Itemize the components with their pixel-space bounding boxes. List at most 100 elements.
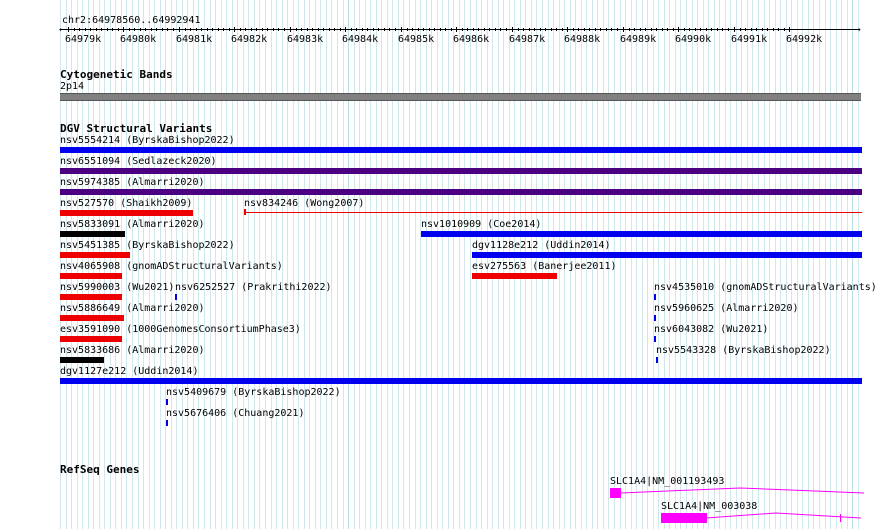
dgv-feature-bar [60,189,862,195]
grid-line [791,0,792,529]
grid-line [808,0,809,529]
grid-line [780,0,781,529]
ruler-minor-tick [445,28,446,31]
ruler-minor-tick [611,28,612,31]
grid-line [370,0,371,529]
ruler-tick-label: 64988k [564,34,601,45]
grid-line [752,0,753,529]
ruler-minor-tick [190,28,191,31]
ruler-left-arrow: ‹ [58,25,63,34]
ruler-minor-tick [600,28,601,31]
dgv-feature-label: nsv4535010 (gnomADStructuralVariants) [654,282,877,293]
ruler-minor-tick [529,28,530,31]
ruler-minor-tick [589,28,590,31]
ruler-minor-tick [662,28,663,31]
ruler-minor-tick [573,28,574,31]
ruler-minor-tick [74,28,75,31]
ruler-tick-label: 64979k [65,34,102,45]
ruler-minor-tick [112,28,113,31]
ruler-tick [68,27,69,32]
ruler-minor-tick [384,28,385,31]
dgv-feature-label: nsv5960625 (Almarri2020) [654,303,799,314]
ruler-minor-tick [462,28,463,31]
dgv-feature-label: nsv6252527 (Prakrithi2022) [175,282,332,293]
ruler-minor-tick [373,28,374,31]
ruler-minor-tick [595,28,596,31]
ruler-minor-tick [367,28,368,31]
ruler-minor-tick [489,28,490,31]
ruler-minor-tick [740,28,741,31]
ruler-minor-tick [495,28,496,31]
ruler-minor-tick [129,28,130,31]
grid-line [459,0,460,529]
ruler-minor-tick [728,28,729,31]
ruler[interactable]: ‹ › 64979k 64980k 64981k 64982k 64983k 64984k… [0,0,890,48]
dgv-feature-label: nsv834246 (Wong2007) [244,198,365,209]
grid-line [453,0,454,529]
grid-line [741,0,742,529]
ruler-tick [179,27,180,32]
ruler-tick [734,27,735,32]
grid-line [769,0,770,529]
ruler-minor-tick [256,28,257,31]
grid-line [343,0,344,529]
genome-browser-view[interactable]: chr2:64978560..64992941 ‹ › 64979k 64980k… [0,0,890,529]
grid-line [708,0,709,529]
ruler-minor-tick [85,28,86,31]
ruler-tick-label: 64987k [509,34,546,45]
grid-line [287,0,288,529]
grid-line [392,0,393,529]
dgv-feature-bar [60,357,104,363]
ruler-minor-tick [118,28,119,31]
grid-line [442,0,443,529]
ruler-minor-tick [196,28,197,31]
cytoband-2p14[interactable] [60,93,861,101]
grid-line [658,0,659,529]
ruler-minor-tick [722,28,723,31]
ruler-minor-tick [440,28,441,31]
dgv-feature-label: nsv5451385 (ByrskaBishop2022) [60,240,235,251]
ruler-minor-tick [107,28,108,31]
ruler-minor-tick [312,28,313,31]
ruler-minor-tick [562,28,563,31]
grid-line [376,0,377,529]
ruler-minor-tick [423,28,424,31]
ruler-tick-label: 64991k [731,34,768,45]
ruler-minor-tick [101,28,102,31]
grid-line [348,0,349,529]
ruler-tick-label: 64980k [120,34,157,45]
grid-line [736,0,737,529]
grid-line [415,0,416,529]
dgv-feature-bar [175,294,177,300]
ruler-minor-tick [629,28,630,31]
ruler-minor-tick [584,28,585,31]
dgv-feature-label: dgv1128e212 (Uddin2014) [472,240,611,251]
grid-line [819,0,820,529]
grid-line [337,0,338,529]
grid-line [631,0,632,529]
grid-line [703,0,704,529]
dgv-feature-label: nsv527570 (Shaikh2009) [60,198,193,209]
grid-line [642,0,643,529]
ruler-tick-label: 64985k [398,34,435,45]
ruler-right-arrow: › [857,25,862,34]
ruler-minor-tick [606,28,607,31]
ruler-tick-label: 64992k [786,34,823,45]
ruler-tick-label: 64983k [287,34,324,45]
ruler-minor-tick [207,28,208,31]
ruler-minor-tick [301,28,302,31]
ruler-minor-tick [251,28,252,31]
ruler-tick [567,27,568,32]
ruler-minor-tick [229,28,230,31]
dgv-feature-bar [421,231,862,237]
grid-line [409,0,410,529]
grid-line [747,0,748,529]
grid-line [365,0,366,529]
dgv-feature-bar [60,147,862,153]
ruler-minor-tick [500,28,501,31]
ruler-minor-tick [695,28,696,31]
dgv-feature-bar [60,315,124,321]
ruler-minor-tick [523,28,524,31]
ruler-minor-tick [218,28,219,31]
grid-line [802,0,803,529]
